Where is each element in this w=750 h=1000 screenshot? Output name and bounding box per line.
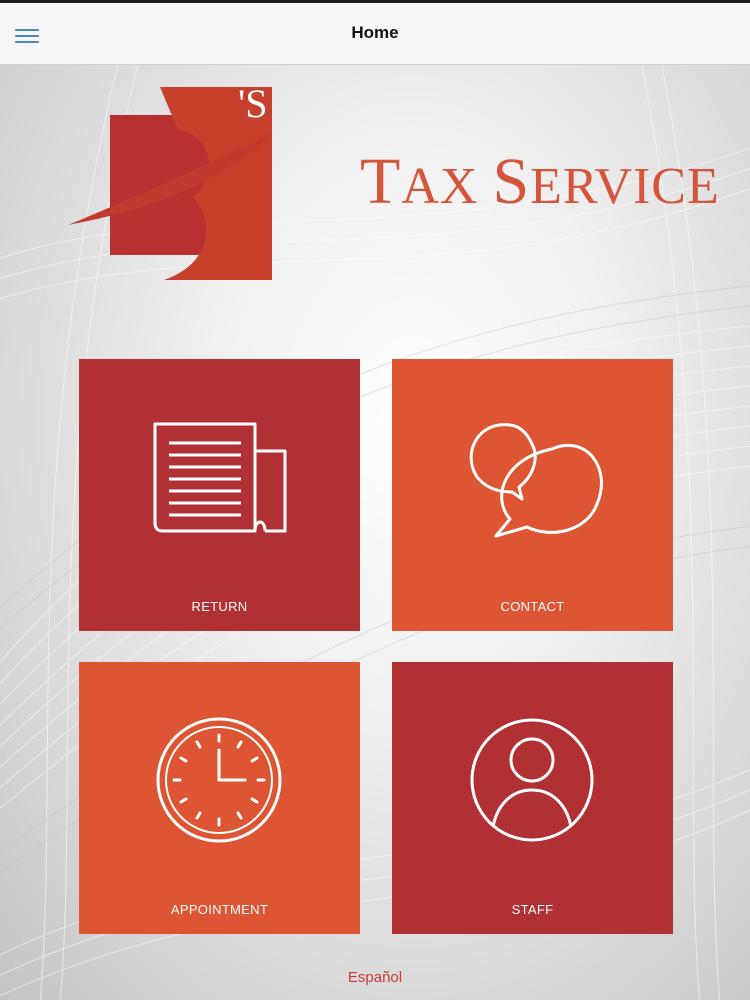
svg-text:'S: 'S: [238, 81, 267, 126]
contact-tile-label: CONTACT: [500, 599, 565, 614]
staff-tile-label: STAFF: [511, 902, 554, 917]
return-tile-label: RETURN: [191, 599, 248, 614]
newspaper-icon: [153, 422, 287, 533]
spanish-language-link[interactable]: Español: [0, 969, 750, 986]
bs-logo-mark: 'S: [68, 81, 272, 280]
return-tile-button[interactable]: RETURN: [79, 359, 360, 631]
company-logo: 'S TAX SERVICE: [68, 75, 719, 295]
home-content: 'S TAX SERVICE RETURN CONTACT APPOINTMEN…: [0, 65, 750, 1000]
clock-icon: [156, 717, 282, 843]
staff-tile-button[interactable]: STAFF: [392, 662, 673, 934]
person-icon: [470, 718, 594, 842]
navigation-bar: Home: [0, 3, 750, 65]
appointment-tile-button[interactable]: APPOINTMENT: [79, 662, 360, 934]
contact-tile-button[interactable]: CONTACT: [392, 359, 673, 631]
chat-bubbles-icon: [469, 423, 603, 538]
appointment-tile-label: APPOINTMENT: [170, 902, 269, 917]
logo-wordmark: TAX SERVICE: [360, 145, 720, 218]
page-title: Home: [351, 23, 399, 42]
